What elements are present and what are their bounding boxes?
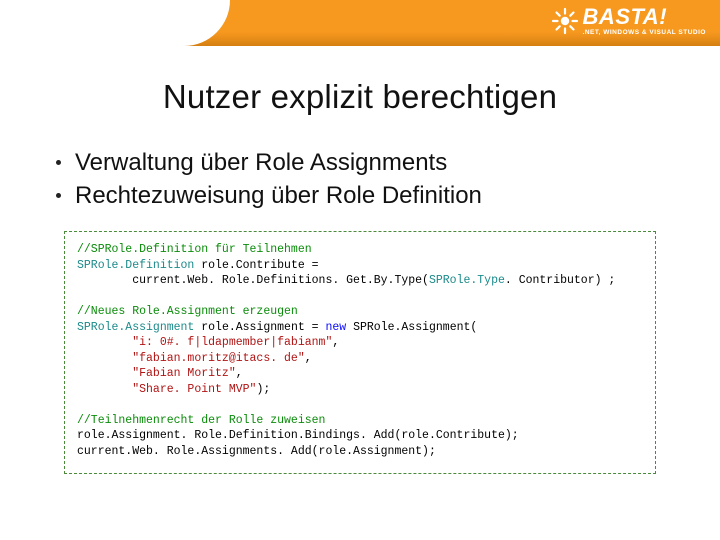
brand-logo: BASTA! .NET, WINDOWS & VISUAL STUDIO — [551, 6, 706, 36]
code-block: //SPRole.Definition für Teilnehmen SPRol… — [64, 231, 656, 474]
list-item: Rechtezuweisung über Role Definition — [56, 181, 674, 211]
slide-header: BASTA! .NET, WINDOWS & VISUAL STUDIO — [0, 0, 720, 46]
sun-icon — [551, 7, 579, 35]
list-item: Verwaltung über Role Assignments — [56, 148, 674, 178]
code-text: current.Web. Role.Assignments. Add(role.… — [77, 445, 436, 458]
code-text: current.Web. Role.Definitions. Get.By.Ty… — [77, 274, 429, 287]
code-text: ); — [256, 383, 270, 396]
code-comment: //Teilnehmenrecht der Rolle zuweisen — [77, 414, 325, 427]
code-text: role.Contribute = — [201, 259, 325, 272]
brand-name: BASTA! — [583, 6, 706, 28]
code-type: SPRole.Definition — [77, 259, 201, 272]
bullet-icon — [56, 193, 61, 198]
code-text: . Contributor) ; — [505, 274, 615, 287]
code-content: //SPRole.Definition für Teilnehmen SPRol… — [77, 242, 643, 459]
header-curve — [0, 0, 230, 46]
code-type: SPRole.Assignment — [77, 321, 201, 334]
code-text: , — [236, 367, 243, 380]
code-text: , — [332, 336, 339, 349]
bullet-list: Verwaltung über Role Assignments Rechtez… — [56, 148, 674, 211]
slide-title: Nutzer explizit berechtigen — [46, 78, 674, 116]
code-comment: //Neues Role.Assignment erzeugen — [77, 305, 298, 318]
slide-body: Nutzer explizit berechtigen Verwaltung ü… — [0, 46, 720, 474]
brand-tagline: .NET, WINDOWS & VISUAL STUDIO — [583, 29, 706, 36]
code-string: "Fabian Moritz" — [77, 367, 236, 380]
bullet-text: Verwaltung über Role Assignments — [75, 148, 447, 178]
code-keyword: new — [325, 321, 346, 334]
code-string: "i: 0#. f|ldapmember|fabianm" — [77, 336, 332, 349]
code-text: role.Assignment. Role.Definition.Binding… — [77, 429, 519, 442]
code-string: "fabian.moritz@itacs. de" — [77, 352, 305, 365]
code-string: "Share. Point MVP" — [77, 383, 256, 396]
code-text: SPRole.Assignment( — [346, 321, 477, 334]
bullet-icon — [56, 160, 61, 165]
code-text: role.Assignment = — [201, 321, 325, 334]
code-text: , — [305, 352, 312, 365]
code-type: SPRole.Type — [429, 274, 505, 287]
code-comment: //SPRole.Definition für Teilnehmen — [77, 243, 312, 256]
bullet-text: Rechtezuweisung über Role Definition — [75, 181, 482, 211]
